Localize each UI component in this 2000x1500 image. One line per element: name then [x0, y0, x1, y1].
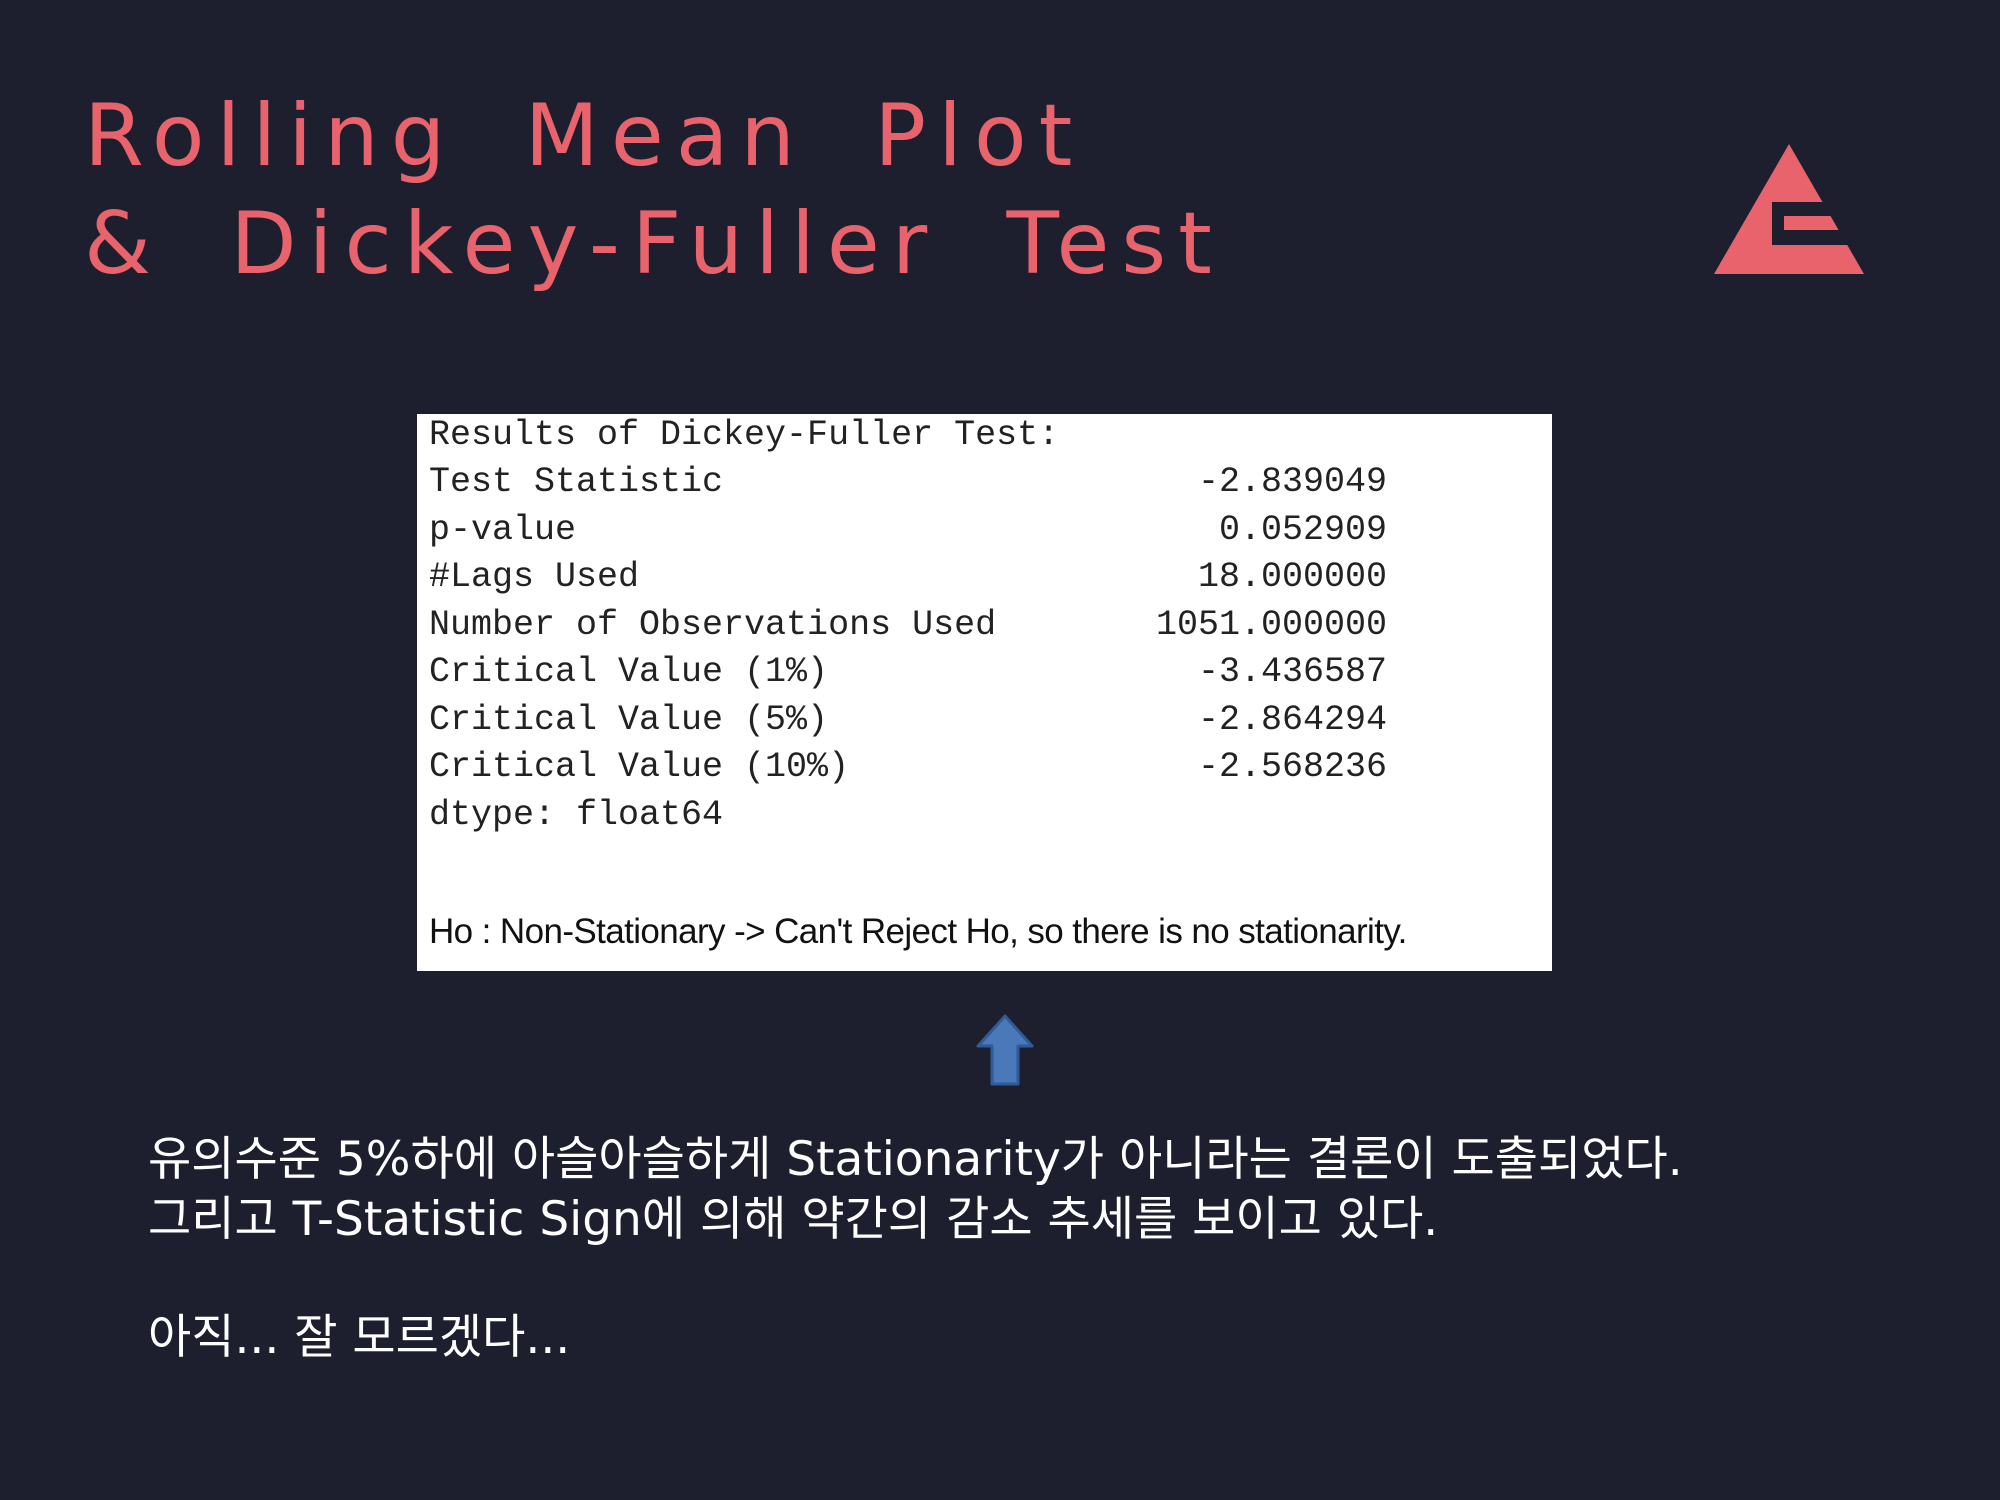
results-row-p-value: p-value 0.052909 — [429, 507, 1552, 555]
results-row-lags-used: #Lags Used 18.000000 — [429, 554, 1552, 602]
row-value: -2.839049 — [1197, 462, 1387, 502]
row-label: Test Statistic — [429, 462, 724, 502]
row-value: 18.000000 — [1197, 557, 1387, 597]
triangle-e-logo-icon — [1714, 144, 1864, 274]
conclusion-line-1: 유의수준 5%하에 아슬아슬하게 Stationarity가 아니라는 결론이 … — [148, 1132, 1683, 1187]
slide-title: Rolling Mean Plot & Dickey-Fuller Test — [84, 82, 1224, 298]
title-line-2: & Dickey-Fuller Test — [84, 194, 1224, 294]
row-value: -2.864294 — [1197, 699, 1387, 740]
row-label: p-value — [429, 509, 577, 550]
up-arrow-icon — [976, 1014, 1034, 1086]
row-value: -2.568236 — [1197, 747, 1387, 787]
row-value: -3.436587 — [1197, 652, 1387, 692]
title-line-1: Rolling Mean Plot — [84, 86, 1085, 186]
results-row-critical-value-10: Critical Value (10%) -2.568236 — [429, 744, 1552, 792]
row-label: Critical Value (1%) — [429, 652, 829, 692]
results-row-critical-value-5: Critical Value (5%) -2.864294 — [429, 697, 1552, 745]
row-label: Number of Observations Used — [429, 604, 997, 645]
row-label: Critical Value (5%) — [429, 699, 829, 740]
conclusion-text: 유의수준 5%하에 아슬아슬하게 Stationarity가 아니라는 결론이 … — [148, 1130, 1683, 1368]
conclusion-line-3: 아직... 잘 모르겠다... — [148, 1310, 571, 1365]
results-row-critical-value-1: Critical Value (1%) -3.436587 — [429, 649, 1552, 697]
results-dtype: dtype: float64 — [429, 794, 724, 835]
row-value: 1051.000000 — [1155, 604, 1387, 645]
row-value: 0.052909 — [1218, 509, 1387, 550]
slide: Rolling Mean Plot & Dickey-Fuller Test R… — [0, 0, 2000, 1500]
row-label: #Lags Used — [429, 557, 640, 597]
results-header: Results of Dickey-Fuller Test: — [429, 415, 1060, 455]
results-row-observations-used: Number of Observations Used 1051.000000 — [429, 602, 1552, 650]
dickey-fuller-results-panel: Results of Dickey-Fuller Test: Test Stat… — [417, 414, 1552, 971]
results-row-test-statistic: Test Statistic -2.839049 — [429, 459, 1552, 507]
row-label: Critical Value (10%) — [429, 747, 850, 787]
conclusion-line-2: 그리고 T-Statistic Sign에 의해 약간의 감소 추세를 보이고 … — [148, 1192, 1439, 1247]
hypothesis-note: Ho : Non-Stationary -> Can't Reject Ho, … — [429, 912, 1407, 951]
